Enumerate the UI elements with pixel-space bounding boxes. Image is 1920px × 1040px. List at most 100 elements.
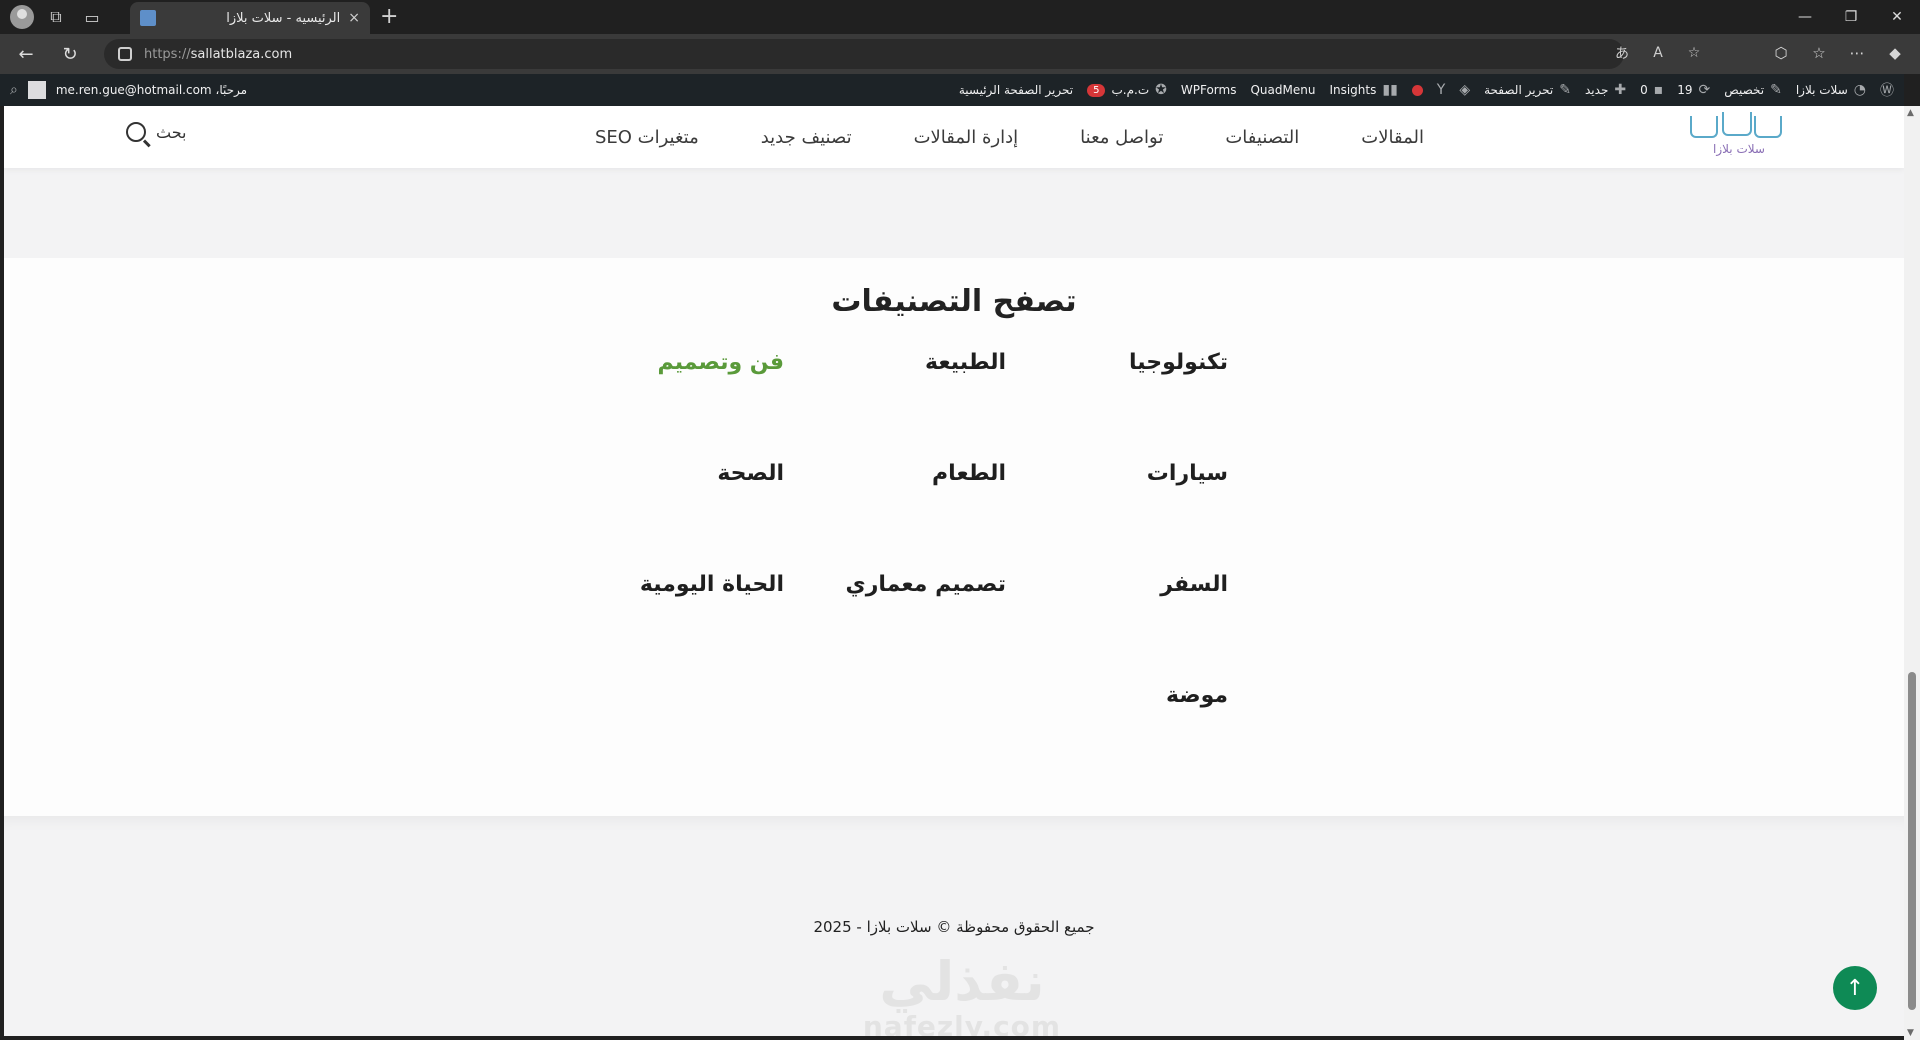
category-technology[interactable]: تكنولوجيا	[1129, 350, 1228, 375]
tab-title: الرئيسيه - سلات بلازا	[226, 10, 341, 26]
nav-item-seo-variables[interactable]: متغيرات SEO	[595, 127, 699, 148]
favorites-icon[interactable]: ☆	[1804, 38, 1834, 68]
site-footer: جميع الحقوق محفوظة © سلات بلازا - 2025 ن…	[4, 816, 1904, 1036]
watermark: نفذلي nafezly.com	[852, 950, 1072, 1037]
restore-button[interactable]: ❐	[1828, 0, 1874, 34]
search-icon	[126, 122, 146, 142]
close-window-button[interactable]: ✕	[1874, 0, 1920, 34]
wp-updates[interactable]: 19 ⟳	[1677, 82, 1710, 98]
browser-window: ⧉ ▭ الرئيسيه - سلات بلازا × + — ❐ ✕ ← ↻ …	[0, 0, 1920, 1040]
read-aloud-icon[interactable]: A	[1646, 38, 1670, 68]
scrollbar-thumb[interactable]	[1908, 672, 1916, 1010]
back-icon[interactable]: ←	[8, 38, 44, 70]
wp-edit-page[interactable]: تحرير الصفحة ✎	[1484, 82, 1571, 98]
profile-avatar[interactable]	[10, 5, 34, 29]
nav-item-contact[interactable]: تواصل معنا	[1080, 127, 1163, 148]
tab-bar: ⧉ ▭ الرئيسيه - سلات بلازا × + — ❐ ✕	[0, 0, 1920, 34]
lock-icon[interactable]	[118, 47, 132, 61]
category-health[interactable]: الصحة	[717, 461, 784, 486]
notification-badge: 5	[1087, 83, 1106, 97]
bar-chart-icon: ▮▮	[1382, 82, 1398, 98]
wp-insights[interactable]: Insights ▮▮	[1329, 82, 1397, 98]
wp-comments[interactable]: 0 ▪	[1640, 82, 1663, 98]
wp-greeting[interactable]: مرحبًا، me.ren.gue@hotmail.com	[56, 83, 247, 97]
search-icon[interactable]: ⌕	[10, 82, 18, 98]
wp-edit-home[interactable]: تحرير الصفحة الرئيسية	[959, 83, 1073, 97]
wp-admin-bar: ⌕ مرحبًا، me.ren.gue@hotmail.com تحرير ا…	[0, 74, 1904, 106]
wp-customize[interactable]: تخصيص ✎	[1724, 82, 1782, 98]
main-nav: المقالات التصنيفات تواصل معنا إدارة المق…	[595, 106, 1424, 168]
search-button[interactable]: بحث	[126, 122, 187, 142]
more-menu-icon[interactable]: ⋯	[1842, 38, 1872, 68]
address-bar[interactable]: https:// sallatblaza.com	[104, 39, 1624, 69]
workspaces-icon[interactable]: ⧉	[42, 3, 70, 31]
status-dot-icon	[1411, 84, 1423, 96]
wp-logo[interactable]: Ⓦ	[1880, 80, 1894, 100]
category-daily-life[interactable]: الحياة اليومية	[640, 572, 784, 597]
copyright-text: جميع الحقوق محفوظة © سلات بلازا - 2025	[813, 918, 1095, 936]
active-tab[interactable]: الرئيسيه - سلات بلازا ×	[130, 2, 370, 34]
translate-icon[interactable]: あ	[1610, 38, 1634, 68]
category-architecture[interactable]: تصميم معماري	[846, 572, 1006, 597]
page-scrollbar[interactable]: ▲ ▼	[1904, 106, 1920, 1040]
user-avatar[interactable]	[27, 81, 46, 99]
cart-icon	[1722, 112, 1752, 136]
watermark-arabic: نفذلي	[879, 950, 1045, 1013]
toolbar-icons: ⬡ ☆ ⋯ ◆	[1766, 38, 1910, 68]
cart-icon	[1754, 116, 1782, 138]
extensions-icon[interactable]: ⬡	[1766, 38, 1796, 68]
section-title: تصفح التصنيفات	[831, 284, 1077, 319]
category-travel[interactable]: السفر	[1160, 572, 1228, 597]
nav-item-articles[interactable]: المقالات	[1361, 127, 1424, 148]
tab-close-icon[interactable]: ×	[348, 10, 360, 26]
categories-section: تصفح التصنيفات تكنولوجيا الطبيعة فن وتصم…	[4, 258, 1904, 816]
scroll-down-icon[interactable]: ▼	[1907, 1028, 1914, 1038]
wp-new[interactable]: جديد ✚	[1585, 82, 1626, 98]
plus-icon: ✚	[1614, 82, 1627, 98]
wp-bar-left: ⌕ مرحبًا، me.ren.gue@hotmail.com	[10, 74, 247, 106]
yoast-icon: Y	[1436, 82, 1446, 98]
site-favicon-icon	[140, 10, 156, 26]
window-controls: — ❐ ✕	[1782, 0, 1920, 34]
scroll-up-icon[interactable]: ▲	[1907, 108, 1914, 118]
brush-icon: ✎	[1770, 82, 1782, 98]
category-cars[interactable]: سيارات	[1147, 461, 1228, 486]
logo-text: سلات بلازا	[1713, 142, 1765, 156]
new-tab-button[interactable]: +	[380, 4, 398, 29]
diamond-icon: ◈	[1459, 82, 1471, 98]
scroll-to-top-button[interactable]: ↑	[1833, 966, 1877, 1010]
refresh-icon[interactable]: ↻	[52, 38, 88, 70]
wp-diamond[interactable]: ◈	[1459, 82, 1470, 98]
url-host: sallatblaza.com	[190, 46, 293, 62]
wp-site-name[interactable]: سلات بلازا ◔	[1796, 82, 1866, 98]
nav-item-manage-articles[interactable]: إدارة المقالات	[914, 127, 1019, 148]
category-fashion[interactable]: موضة	[1166, 683, 1228, 708]
search-label: بحث	[156, 122, 187, 142]
site-header: سلات بلازا المقالات التصنيفات تواصل معنا…	[4, 106, 1904, 168]
category-nature[interactable]: الطبيعة	[925, 350, 1006, 375]
wp-seo-menu[interactable]: 5 ت.م.ب ✪	[1087, 82, 1167, 98]
category-art-design[interactable]: فن وتصميم	[658, 350, 784, 375]
minimize-button[interactable]: —	[1782, 0, 1828, 34]
wp-quadmenu[interactable]: QuadMenu	[1250, 83, 1315, 97]
cart-icon	[1690, 116, 1718, 138]
page-viewport: سلات بلازا المقالات التصنيفات تواصل معنا…	[4, 106, 1904, 1036]
nav-item-new-category[interactable]: تصنيف جديد	[761, 127, 852, 148]
wp-status-dot[interactable]	[1411, 84, 1423, 96]
tab-actions-icon[interactable]: ▭	[78, 3, 106, 31]
site-logo[interactable]: سلات بلازا	[1686, 112, 1786, 162]
arrow-up-icon: ↑	[1845, 975, 1865, 1001]
pencil-icon: ✎	[1559, 82, 1571, 98]
gear-icon: ✪	[1155, 82, 1167, 98]
wp-wpforms[interactable]: WPForms	[1181, 83, 1237, 97]
nav-item-categories[interactable]: التصنيفات	[1225, 127, 1299, 148]
wp-bar-right: تحرير الصفحة الرئيسية 5 ت.م.ب ✪ WPForms Qu…	[959, 74, 1894, 106]
category-food[interactable]: الطعام	[932, 461, 1006, 486]
address-bar-icons: あ A ☆	[1610, 38, 1706, 68]
watermark-url: nafezly.com	[862, 1010, 1062, 1036]
comment-icon: ▪	[1653, 82, 1664, 98]
add-favorite-icon[interactable]: ☆	[1682, 38, 1706, 68]
wp-yoast[interactable]: Y	[1437, 82, 1446, 98]
wordpress-icon: Ⓦ	[1880, 83, 1894, 99]
copilot-icon[interactable]: ◆	[1880, 38, 1910, 68]
